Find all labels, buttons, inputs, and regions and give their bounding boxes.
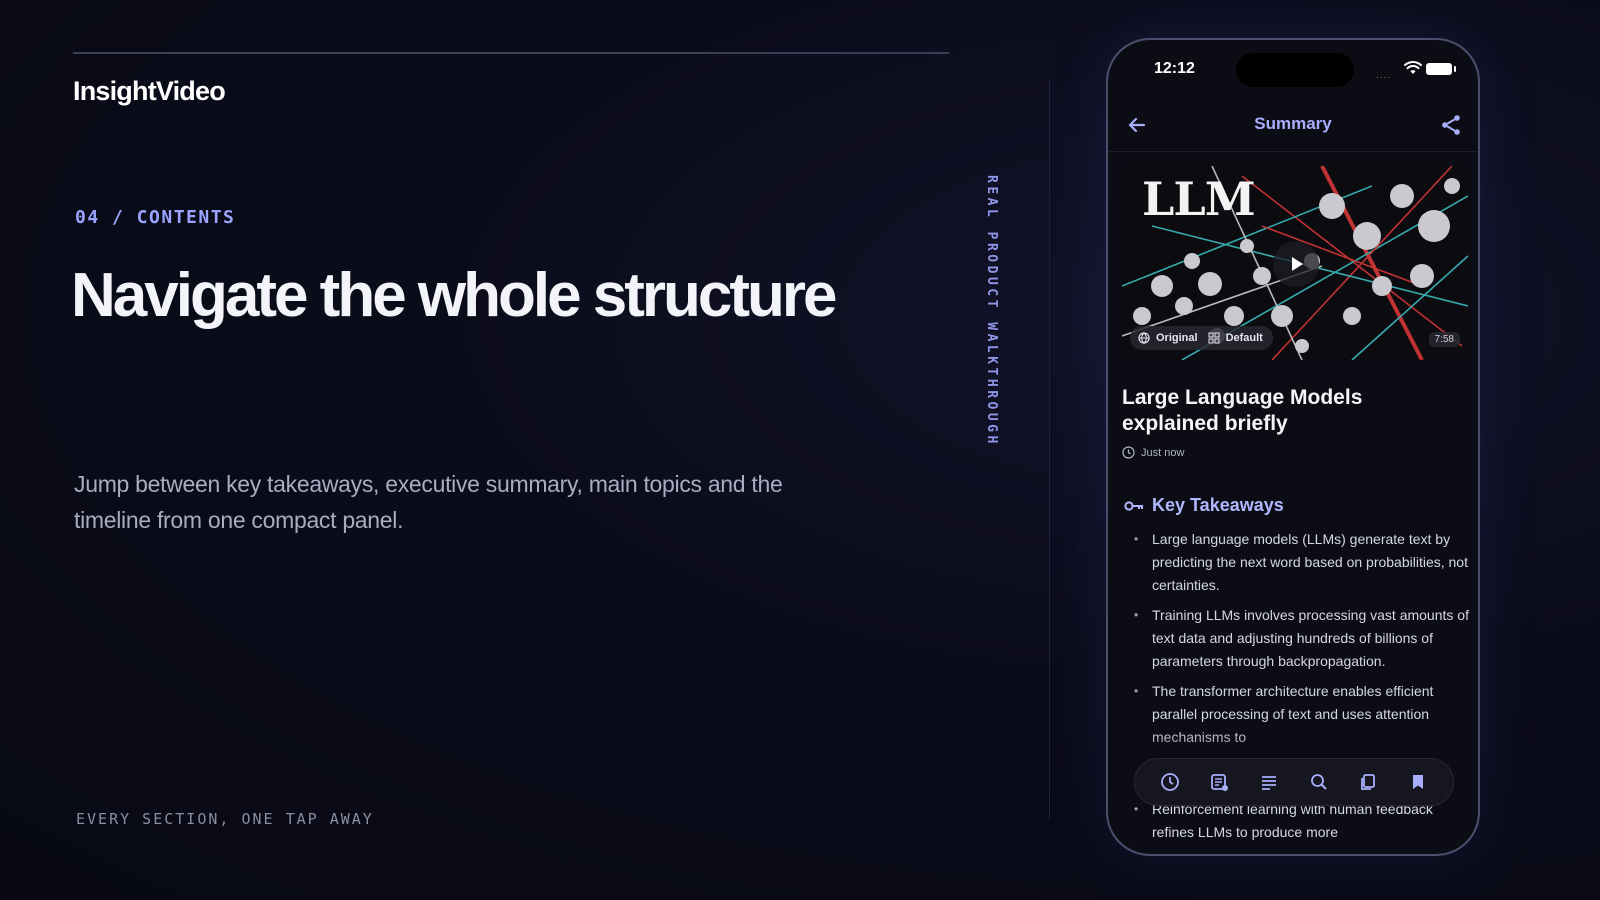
slide-headline: Navigate the whole structure [71,261,838,330]
key-icon [1124,500,1143,511]
top-divider [73,52,949,54]
brand-logo: InsightVideo [73,76,226,106]
nav-bar: Summary [1108,102,1478,152]
copy-icon[interactable] [1354,768,1382,796]
thumbnail-title: LLM [1142,172,1256,226]
section-eyebrow: 04 / CONTENTS [75,207,236,228]
play-icon [1292,257,1303,271]
vertical-divider [1049,80,1050,820]
list-item: Large language models (LLMs) generate te… [1122,528,1470,597]
list-icon[interactable] [1255,768,1283,796]
badge-default: Default [1225,332,1263,344]
status-time: 12:12 [1154,60,1195,77]
slide-description: Jump between key takeaways, executive su… [74,471,783,533]
video-duration: 7:58 [1428,332,1460,347]
section-toolbar [1134,758,1454,806]
video-thumbnail[interactable]: LLM Original Default 7:58 [1122,166,1468,360]
timestamp-row: Just now [1122,446,1184,459]
nav-title: Summary [1254,114,1332,133]
globe-icon [1138,332,1150,344]
signal-icon: .... [1376,70,1392,81]
play-button[interactable] [1273,241,1319,287]
wifi-icon [1404,61,1422,74]
video-badges: Original Default [1130,326,1273,350]
clock-icon[interactable] [1156,768,1184,796]
phone-mockup: 12:12 .... Summary LLM Original Default … [1106,38,1480,856]
share-icon[interactable] [1438,112,1464,138]
list-item: Training LLMs involves processing vast a… [1122,604,1470,673]
clock-icon [1122,446,1135,459]
search-icon[interactable] [1305,768,1333,796]
dynamic-island [1236,53,1354,87]
summary-icon[interactable] [1205,768,1233,796]
key-takeaways-heading: Key Takeaways [1152,495,1284,515]
video-title: Large Language Models explained briefly [1122,386,1363,435]
status-bar: 12:12 .... [1108,40,1478,96]
battery-icon [1426,63,1456,75]
vertical-label: REAL PRODUCT WALKTHROUGH [984,175,999,447]
key-takeaways-header[interactable]: Key Takeaways [1124,495,1284,516]
footer-caption: EVERY SECTION, ONE TAP AWAY [76,810,374,828]
grid-icon [1208,332,1220,344]
bookmark-icon[interactable] [1404,768,1432,796]
badge-original: Original [1156,332,1198,344]
timestamp: Just now [1141,446,1185,459]
takeaways-list: Large language models (LLMs) generate te… [1122,528,1470,756]
